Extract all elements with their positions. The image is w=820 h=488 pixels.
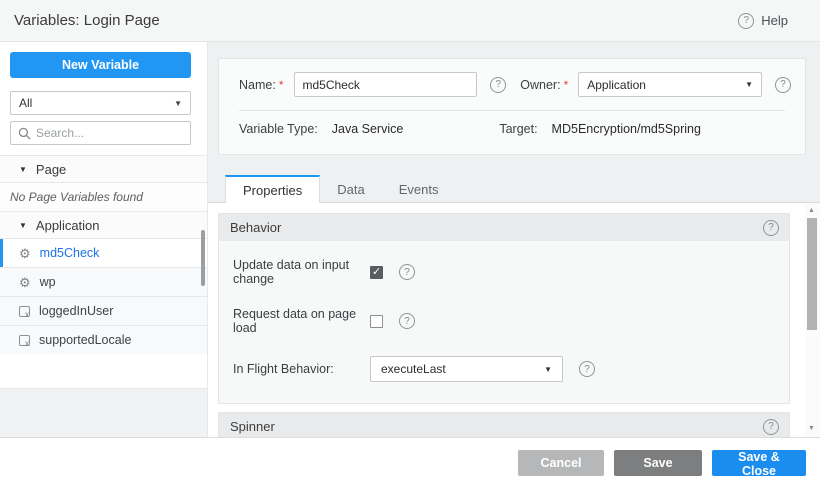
page-variables-empty-text: No Page Variables found bbox=[0, 182, 207, 211]
in-flight-behavior-value: executeLast bbox=[381, 362, 446, 376]
sidebar-empty-area bbox=[0, 388, 207, 437]
content-scrollbar[interactable]: ▲ ▼ bbox=[805, 203, 820, 437]
check-icon: ✓ bbox=[372, 265, 381, 278]
in-flight-behavior-dropdown[interactable]: executeLast ▼ bbox=[370, 356, 563, 382]
variable-filter-dropdown[interactable]: All ▼ bbox=[10, 91, 191, 115]
tab-data[interactable]: Data bbox=[320, 175, 381, 203]
variable-icon: x bbox=[19, 335, 30, 346]
variable-type-value: Java Service bbox=[332, 122, 404, 136]
spinner-section: Spinner ? Spinner Context: Search Widget… bbox=[218, 412, 790, 437]
properties-content: Behavior ? Update data on input change ✓… bbox=[208, 203, 820, 437]
chevron-down-icon: ▼ bbox=[544, 365, 552, 374]
update-data-row: Update data on input change ✓ ? bbox=[219, 258, 789, 286]
variable-item-label: supportedLocale bbox=[39, 333, 131, 347]
owner-dropdown[interactable]: Application ▼ bbox=[578, 72, 762, 97]
tree-section-page-label: Page bbox=[36, 162, 66, 177]
search-box[interactable] bbox=[10, 121, 191, 145]
variable-item-supportedlocale[interactable]: x supportedLocale bbox=[0, 325, 207, 354]
update-data-checkbox[interactable]: ✓ bbox=[370, 266, 383, 279]
required-asterisk: * bbox=[279, 78, 284, 92]
variable-item-md5check[interactable]: ⚙ md5Check bbox=[0, 238, 207, 267]
name-help-icon[interactable]: ? bbox=[490, 77, 506, 93]
name-label: Name: bbox=[239, 78, 276, 92]
collapse-triangle-icon: ▼ bbox=[19, 165, 27, 174]
new-variable-button[interactable]: New Variable bbox=[10, 52, 191, 78]
in-flight-behavior-help-icon[interactable]: ? bbox=[579, 361, 595, 377]
variables-sidebar: New Variable All ▼ ▼ Page No Page Variab… bbox=[0, 42, 208, 437]
tree-section-application[interactable]: ▼ Application bbox=[0, 211, 207, 238]
scroll-down-icon[interactable]: ▼ bbox=[808, 425, 815, 432]
save-button[interactable]: Save bbox=[614, 450, 702, 476]
chevron-down-icon: ▼ bbox=[174, 99, 182, 108]
java-service-icon: ⚙ bbox=[19, 247, 31, 260]
variable-item-label: wp bbox=[40, 275, 56, 289]
required-asterisk: * bbox=[564, 78, 569, 92]
scroll-up-icon[interactable]: ▲ bbox=[808, 207, 815, 214]
request-data-label: Request data on page load bbox=[233, 307, 370, 335]
java-service-icon: ⚙ bbox=[19, 276, 31, 289]
request-data-checkbox[interactable] bbox=[370, 315, 383, 328]
name-field[interactable] bbox=[294, 72, 478, 97]
behavior-section: Behavior ? Update data on input change ✓… bbox=[218, 213, 790, 404]
tree-section-application-label: Application bbox=[36, 218, 100, 233]
variable-item-label: md5Check bbox=[40, 246, 100, 260]
variable-detail-panel: Name: * ? Owner: * Application ▼ ? Varia… bbox=[208, 42, 820, 437]
help-label: Help bbox=[761, 13, 788, 28]
variable-summary-panel: Name: * ? Owner: * Application ▼ ? Varia… bbox=[218, 58, 806, 155]
variable-filter-value: All bbox=[19, 96, 32, 110]
scrollbar-thumb[interactable] bbox=[807, 218, 817, 330]
search-icon bbox=[18, 127, 31, 140]
help-button[interactable]: ? Help bbox=[738, 13, 788, 29]
detail-tabs: Properties Data Events bbox=[208, 175, 820, 203]
behavior-help-icon[interactable]: ? bbox=[763, 220, 779, 236]
collapse-triangle-icon: ▼ bbox=[19, 221, 27, 230]
in-flight-behavior-label: In Flight Behavior: bbox=[233, 362, 370, 376]
in-flight-behavior-row: In Flight Behavior: executeLast ▼ ? bbox=[219, 356, 789, 382]
request-data-row: Request data on page load ? bbox=[219, 307, 789, 335]
request-data-help-icon[interactable]: ? bbox=[399, 313, 415, 329]
dialog-footer: Cancel Save Save & Close bbox=[0, 437, 820, 488]
tree-section-page[interactable]: ▼ Page bbox=[0, 155, 207, 182]
sidebar-scrollbar[interactable] bbox=[201, 230, 205, 286]
target-label: Target: bbox=[499, 122, 537, 136]
variables-dialog: Variables: Login Page ? Help New Variabl… bbox=[0, 0, 820, 488]
tab-events[interactable]: Events bbox=[382, 175, 456, 203]
variable-item-label: loggedInUser bbox=[39, 304, 113, 318]
search-input[interactable] bbox=[36, 126, 183, 140]
owner-value: Application bbox=[587, 78, 646, 92]
tab-properties[interactable]: Properties bbox=[225, 175, 320, 203]
owner-label: Owner: bbox=[520, 78, 560, 92]
spinner-help-icon[interactable]: ? bbox=[763, 419, 779, 435]
variable-item-loggedinuser[interactable]: x loggedInUser bbox=[0, 296, 207, 325]
spinner-section-title: Spinner bbox=[230, 419, 275, 434]
target-value: MD5Encryption/md5Spring bbox=[552, 122, 701, 136]
chevron-down-icon: ▼ bbox=[745, 80, 753, 89]
variable-item-wp[interactable]: ⚙ wp bbox=[0, 267, 207, 296]
dialog-header: Variables: Login Page ? Help bbox=[0, 0, 820, 42]
help-icon: ? bbox=[738, 13, 754, 29]
update-data-help-icon[interactable]: ? bbox=[399, 264, 415, 280]
save-and-close-button[interactable]: Save & Close bbox=[712, 450, 806, 476]
cancel-button[interactable]: Cancel bbox=[518, 450, 604, 476]
variable-type-label: Variable Type: bbox=[239, 122, 318, 136]
variable-icon: x bbox=[19, 306, 30, 317]
owner-help-icon[interactable]: ? bbox=[775, 77, 791, 93]
behavior-section-title: Behavior bbox=[230, 220, 281, 235]
update-data-label: Update data on input change bbox=[233, 258, 370, 286]
page-title: Variables: Login Page bbox=[0, 12, 160, 29]
